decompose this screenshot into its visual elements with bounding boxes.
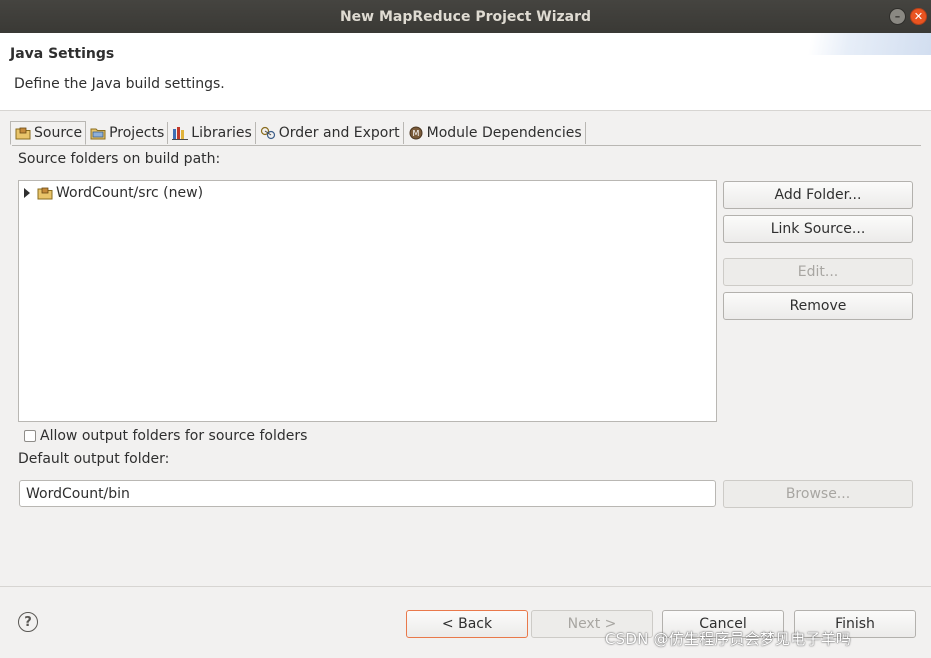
tab-module-dependencies-label: Module Dependencies: [426, 125, 582, 141]
order-export-icon: [260, 126, 275, 140]
back-button[interactable]: < Back: [406, 610, 528, 638]
tab-module-dependencies[interactable]: M Module Dependencies: [404, 122, 586, 144]
header-banner: [781, 33, 931, 55]
default-output-field[interactable]: [19, 480, 716, 507]
minimize-icon: –: [894, 10, 901, 23]
tab-libraries[interactable]: Libraries: [168, 122, 256, 144]
tab-projects-label: Projects: [109, 125, 165, 141]
tab-projects[interactable]: Projects: [86, 122, 169, 144]
edit-button[interactable]: Edit...: [723, 258, 913, 286]
title-bar: New MapReduce Project Wizard – ✕: [0, 0, 931, 33]
libraries-icon: [172, 127, 189, 140]
close-icon: ✕: [913, 10, 924, 23]
footer-separator: [0, 586, 931, 587]
tab-source-label: Source: [34, 125, 83, 141]
help-icon[interactable]: ?: [18, 612, 38, 632]
allow-output-label: Allow output folders for source folders: [40, 428, 308, 444]
tab-underline: [12, 145, 921, 146]
tab-bar: Source Projects Libraries Order and Expo…: [10, 121, 586, 146]
remove-button[interactable]: Remove: [723, 292, 913, 320]
window-title: New MapReduce Project Wizard: [339, 8, 592, 25]
tree-item[interactable]: WordCount/src (new): [24, 185, 203, 201]
tab-order-export-label: Order and Export: [278, 125, 400, 141]
tab-order-export[interactable]: Order and Export: [256, 122, 404, 144]
module-icon: M: [409, 126, 423, 140]
allow-output-option[interactable]: Allow output folders for source folders: [24, 428, 307, 444]
page-title: Java Settings: [10, 46, 115, 62]
source-folders-label: Source folders on build path:: [18, 151, 221, 167]
allow-output-checkbox[interactable]: [24, 430, 36, 442]
projects-icon: [90, 128, 106, 140]
svg-text:M: M: [412, 129, 419, 138]
expand-arrow-icon[interactable]: [24, 188, 30, 198]
source-folders-tree[interactable]: WordCount/src (new): [18, 180, 717, 422]
browse-button[interactable]: Browse...: [723, 480, 913, 508]
source-folder-icon: [15, 127, 31, 140]
add-folder-button[interactable]: Add Folder...: [723, 181, 913, 209]
watermark: CSDN @仿生程序员会梦见电子羊吗: [605, 630, 852, 648]
wizard-header: Java Settings Define the Java build sett…: [0, 33, 931, 111]
link-source-button[interactable]: Link Source...: [723, 215, 913, 243]
tab-source[interactable]: Source: [10, 121, 87, 145]
package-folder-icon: [37, 187, 53, 200]
page-description: Define the Java build settings.: [14, 76, 225, 92]
close-button[interactable]: ✕: [910, 8, 927, 25]
tab-libraries-label: Libraries: [191, 125, 252, 141]
minimize-button[interactable]: –: [889, 8, 906, 25]
default-output-label: Default output folder:: [18, 451, 170, 467]
tree-item-label: WordCount/src (new): [56, 185, 204, 201]
